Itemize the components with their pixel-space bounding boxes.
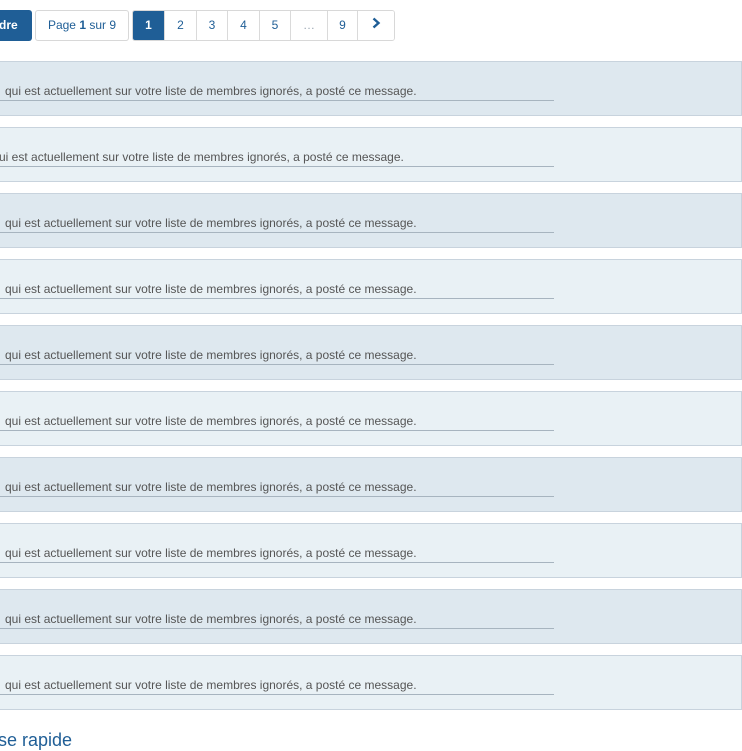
ignored-message[interactable]: qui est actuellement sur votre liste de … <box>0 545 554 563</box>
ignored-message-text: qui est actuellement sur votre liste de … <box>5 678 417 692</box>
page-link-2[interactable]: 2 <box>165 11 197 40</box>
ignored-message[interactable]: qui est actuellement sur votre liste de … <box>0 281 554 299</box>
page-middle: sur <box>86 18 110 32</box>
ignored-post: ui est actuellement sur votre liste de m… <box>0 127 742 182</box>
ignored-post: qui est actuellement sur votre liste de … <box>0 391 742 446</box>
ignored-message-text: qui est actuellement sur votre liste de … <box>5 84 417 98</box>
ignored-post: qui est actuellement sur votre liste de … <box>0 325 742 380</box>
ignored-message-text: ui est actuellement sur votre liste de m… <box>0 150 404 164</box>
page-link-5[interactable]: 5 <box>260 11 291 40</box>
ignored-message[interactable]: qui est actuellement sur votre liste de … <box>0 611 554 629</box>
page-link-3[interactable]: 3 <box>197 11 228 40</box>
reply-button[interactable]: dre <box>0 10 32 41</box>
ignored-message[interactable]: qui est actuellement sur votre liste de … <box>0 215 554 233</box>
ignored-message[interactable]: qui est actuellement sur votre liste de … <box>0 677 554 695</box>
ignored-post: qui est actuellement sur votre liste de … <box>0 589 742 644</box>
ignored-message[interactable]: qui est actuellement sur votre liste de … <box>0 83 554 101</box>
ignored-message-text: qui est actuellement sur votre liste de … <box>5 216 417 230</box>
page-nav: 1 2 3 4 5 … 9 <box>132 10 395 41</box>
ignored-message-text: qui est actuellement sur votre liste de … <box>5 546 417 560</box>
ignored-message-text: qui est actuellement sur votre liste de … <box>5 612 417 626</box>
page-link-9[interactable]: 9 <box>328 11 358 40</box>
page-prefix: Page <box>47 18 80 32</box>
ignored-message-text: qui est actuellement sur votre liste de … <box>5 480 417 494</box>
ignored-message[interactable]: ui est actuellement sur votre liste de m… <box>0 149 554 167</box>
page-total: 9 <box>109 18 117 32</box>
ignored-post: qui est actuellement sur votre liste de … <box>0 457 742 512</box>
page-current: 1 <box>79 18 86 32</box>
page-link-1[interactable]: 1 <box>133 11 165 40</box>
ignored-post: qui est actuellement sur votre liste de … <box>0 259 742 314</box>
page-ellipsis[interactable]: … <box>291 11 328 40</box>
page-link-4[interactable]: 4 <box>228 11 260 40</box>
chevron-right-icon <box>371 11 381 40</box>
ignored-message[interactable]: qui est actuellement sur votre liste de … <box>0 347 554 365</box>
ignored-post: qui est actuellement sur votre liste de … <box>0 61 742 116</box>
ignored-message[interactable]: qui est actuellement sur votre liste de … <box>0 479 554 497</box>
ignored-post: qui est actuellement sur votre liste de … <box>0 655 742 710</box>
ignored-message[interactable]: qui est actuellement sur votre liste de … <box>0 413 554 431</box>
ignored-post: qui est actuellement sur votre liste de … <box>0 193 742 248</box>
next-page-button[interactable] <box>358 11 394 40</box>
ignored-message-text: qui est actuellement sur votre liste de … <box>5 348 417 362</box>
ignored-message-text: qui est actuellement sur votre liste de … <box>5 414 417 428</box>
ignored-post: qui est actuellement sur votre liste de … <box>0 523 742 578</box>
page-jump-button[interactable]: Page 1 sur 9 <box>35 10 129 41</box>
ignored-message-text: qui est actuellement sur votre liste de … <box>5 282 417 296</box>
